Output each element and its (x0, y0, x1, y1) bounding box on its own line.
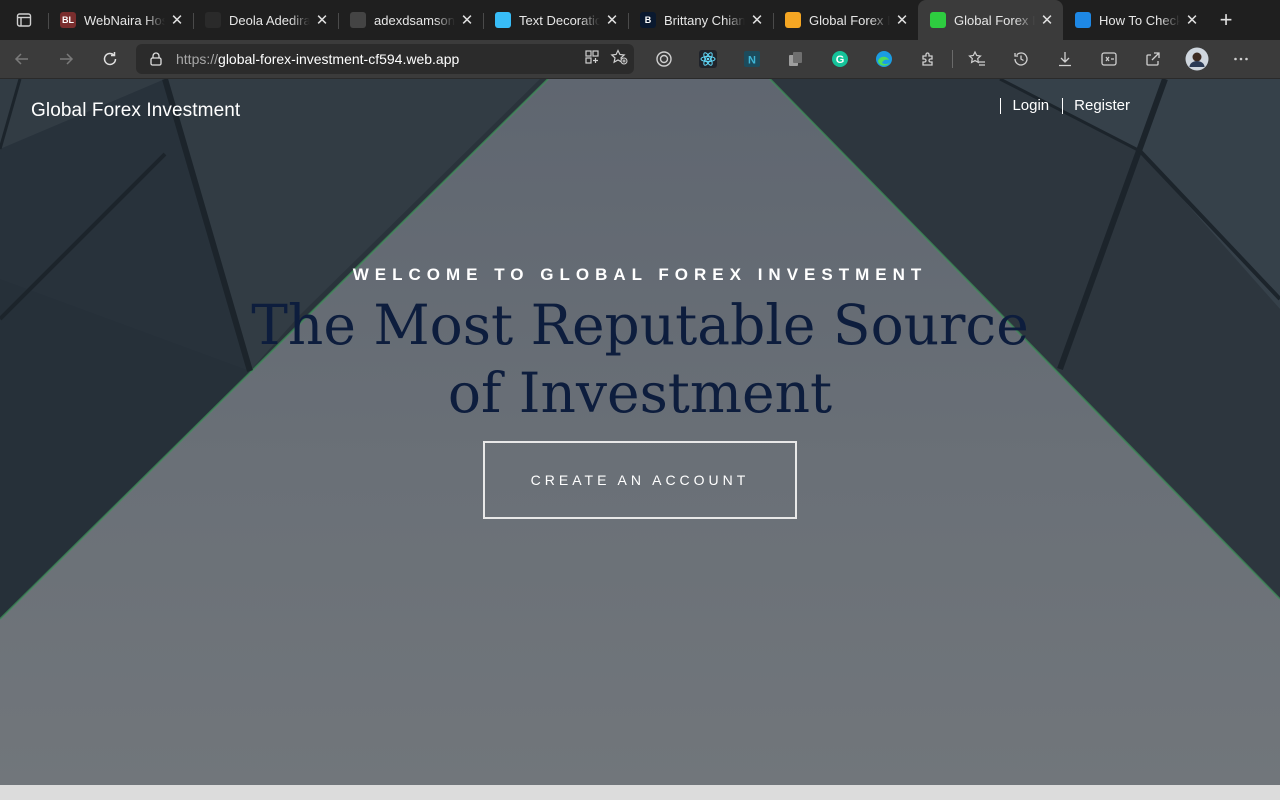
browser-tab[interactable]: Global Forex Investment✕ (773, 0, 918, 40)
tab-title: Global Forex Investment (954, 12, 1035, 28)
tab-favicon-icon (1075, 12, 1091, 28)
close-tab-icon[interactable]: ✕ (169, 12, 185, 29)
tab-title: Text Decoration (519, 12, 600, 28)
n-extension-icon: N (744, 51, 760, 67)
puzzle-icon (922, 52, 933, 66)
math-solver-icon (1101, 52, 1117, 66)
tab-favicon-icon (205, 12, 221, 28)
copy-icon (789, 52, 802, 66)
forward-button[interactable] (44, 40, 88, 79)
close-tab-icon[interactable]: ✕ (1184, 12, 1200, 29)
login-link[interactable]: Login (1000, 98, 1049, 114)
profile-button[interactable] (1175, 40, 1219, 79)
tab-title: Brittany Chiang (664, 12, 745, 28)
tab-title: Deola Adediran (229, 12, 310, 28)
svg-text:N: N (748, 55, 756, 67)
hero-background-image (0, 79, 1280, 620)
extension-edge-button[interactable] (862, 40, 906, 79)
close-tab-icon[interactable]: ✕ (459, 12, 475, 29)
browser-tab[interactable]: BL WebNaira Hosting✕ (48, 0, 193, 40)
tab-actions-button[interactable] (0, 0, 48, 40)
edge-icon (876, 51, 892, 67)
close-tab-icon[interactable]: ✕ (314, 12, 330, 29)
extensions-button[interactable] (906, 40, 950, 79)
close-tab-icon[interactable]: ✕ (749, 12, 765, 29)
tab-title: Global Forex Investment (809, 12, 890, 28)
window-bottom-edge (0, 785, 1280, 800)
history-icon (1014, 52, 1028, 66)
tab-title: adexdsamson (374, 12, 455, 28)
extension-grammarly-button[interactable]: G (818, 40, 862, 79)
tab-favicon-icon: BL (60, 12, 76, 28)
tab-title: WebNaira Hosting (84, 12, 165, 28)
add-favorite-icon[interactable] (610, 48, 628, 70)
tab-actions-icon (16, 13, 32, 27)
refresh-icon (103, 52, 117, 66)
close-tab-icon[interactable]: ✕ (894, 12, 910, 29)
brand-logo-text[interactable]: Global Forex Investment (31, 100, 240, 122)
toolbar-separator (952, 50, 953, 68)
page-content: Global Forex Investment Login Register W… (0, 79, 1280, 785)
tab-strip: BLWebNaira Hosting✕Deola Adediran✕adexds… (0, 0, 1280, 40)
browser-tab[interactable]: adexdsamson ✕ (338, 0, 483, 40)
tab-favicon-icon (350, 12, 366, 28)
download-icon (1059, 52, 1071, 67)
history-button[interactable] (999, 40, 1043, 79)
tab-favicon-icon (785, 12, 801, 28)
browser-tab[interactable]: Text Decoration✕ (483, 0, 628, 40)
more-icon (1234, 57, 1248, 61)
avatar (1185, 47, 1209, 71)
downloads-button[interactable] (1043, 40, 1087, 79)
react-icon (699, 50, 717, 68)
settings-more-button[interactable] (1219, 40, 1263, 79)
close-tab-icon[interactable]: ✕ (604, 12, 620, 29)
url-host: global-forex-investment-cf594.web.app (218, 51, 460, 67)
browser-tab[interactable]: Global Forex Investment✕ (918, 0, 1063, 40)
close-tab-icon[interactable]: ✕ (1039, 12, 1055, 29)
lock-icon (150, 52, 162, 66)
address-bar[interactable]: https://global-forex-investment-cf594.we… (136, 44, 634, 74)
extension-copy-button[interactable] (774, 40, 818, 79)
browser-tab[interactable]: Deola Adediran ✕ (193, 0, 338, 40)
new-tab-button[interactable]: + (1208, 0, 1244, 40)
extension-react-button[interactable] (686, 40, 730, 79)
tab-favicon-icon (930, 12, 946, 28)
tab-favicon-icon (495, 12, 511, 28)
plus-icon: + (1219, 7, 1233, 32)
browser-toolbar: https://global-forex-investment-cf594.we… (0, 40, 1280, 79)
grammarly-icon: G (832, 51, 848, 67)
back-button[interactable] (0, 40, 44, 79)
target-icon (656, 51, 672, 67)
back-arrow-icon (14, 53, 28, 65)
browser-tab[interactable]: B Brittany Chiang ✕ (628, 0, 773, 40)
math-solver-button[interactable] (1087, 40, 1131, 79)
svg-text:G: G (836, 54, 845, 66)
favorites-button[interactable] (955, 40, 999, 79)
tab-favicon-icon: B (640, 12, 656, 28)
register-link[interactable]: Register (1062, 98, 1130, 114)
app-available-icon[interactable] (584, 49, 600, 70)
forward-arrow-icon (60, 53, 74, 65)
create-account-button[interactable]: CREATE AN ACCOUNT (483, 441, 797, 519)
extension-n-button[interactable]: N (730, 40, 774, 79)
tab-title: How To Check (1099, 12, 1180, 28)
share-icon (1146, 52, 1160, 66)
url-prefix: https:// (176, 51, 219, 67)
extension-target-button[interactable] (642, 40, 686, 79)
hero-eyebrow: WELCOME TO GLOBAL FOREX INVESTMENT (352, 265, 928, 284)
refresh-button[interactable] (88, 40, 132, 79)
share-button[interactable] (1131, 40, 1175, 79)
favorites-icon (968, 50, 985, 66)
url-text[interactable]: https://global-forex-investment-cf594.we… (176, 51, 459, 67)
hero-headline: The Most Reputable Source of Investment (251, 293, 1029, 425)
header-nav: Login Register (1000, 98, 1130, 114)
browser-tab[interactable]: How To Check ✕ (1063, 0, 1208, 40)
